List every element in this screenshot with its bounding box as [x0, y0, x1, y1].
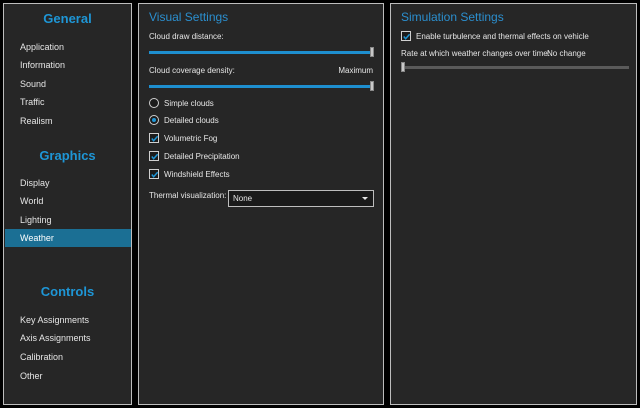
sidebar-item-world[interactable]: World — [5, 192, 131, 210]
sidebar-item-calibration[interactable]: Calibration — [5, 348, 131, 366]
settings-sidebar: General Application Information Sound Tr… — [3, 3, 132, 405]
sidebar-item-weather[interactable]: Weather — [5, 229, 131, 247]
sidebar-item-lighting[interactable]: Lighting — [5, 211, 131, 229]
simulation-settings-panel: Simulation Settings Enable turbulence an… — [390, 3, 637, 405]
sidebar-item-traffic[interactable]: Traffic — [5, 93, 131, 111]
dropdown-arrow-icon — [362, 197, 368, 200]
visual-settings-panel: Visual Settings Cloud draw distance: Clo… — [138, 3, 384, 405]
sidebar-item-application[interactable]: Application — [5, 38, 131, 56]
simple-clouds-radio[interactable] — [149, 98, 159, 108]
volumetric-fog-label: Volumetric Fog — [164, 134, 218, 143]
weather-change-rate-slider[interactable] — [401, 62, 629, 72]
slider-fill — [149, 85, 372, 88]
cloud-draw-distance-label: Cloud draw distance: — [149, 32, 224, 41]
sidebar-item-sound[interactable]: Sound — [5, 75, 131, 93]
detailed-precipitation-checkbox[interactable] — [149, 151, 159, 161]
slider-thumb[interactable] — [401, 62, 405, 72]
section-title-general: General — [43, 11, 92, 26]
detailed-precipitation-label: Detailed Precipitation — [164, 152, 240, 161]
simulation-settings-title: Simulation Settings — [401, 10, 504, 24]
sidebar-item-key-assignments[interactable]: Key Assignments — [5, 311, 131, 329]
checkmark-icon — [403, 33, 411, 40]
turbulence-checkbox[interactable] — [401, 31, 411, 41]
detailed-clouds-label: Detailed clouds — [164, 116, 219, 125]
visual-settings-title: Visual Settings — [149, 10, 229, 24]
simple-clouds-label: Simple clouds — [164, 99, 214, 108]
sidebar-item-realism[interactable]: Realism — [5, 112, 131, 130]
cloud-coverage-density-value: Maximum — [338, 66, 373, 75]
checkmark-icon — [151, 171, 159, 178]
slider-track — [401, 66, 629, 69]
volumetric-fog-checkbox[interactable] — [149, 133, 159, 143]
checkmark-icon — [151, 153, 159, 160]
slider-thumb[interactable] — [370, 47, 374, 57]
weather-change-rate-label: Rate at which weather changes over time: — [401, 49, 550, 58]
turbulence-label: Enable turbulence and thermal effects on… — [416, 32, 589, 41]
windshield-effects-label: Windshield Effects — [164, 170, 230, 179]
thermal-visualization-label: Thermal visualization: — [149, 191, 227, 200]
section-title-graphics: Graphics — [39, 148, 96, 163]
section-title-controls: Controls — [40, 284, 95, 299]
windshield-effects-checkbox[interactable] — [149, 169, 159, 179]
slider-thumb[interactable] — [370, 81, 374, 91]
thermal-visualization-select[interactable]: None — [228, 190, 374, 207]
sidebar-item-other[interactable]: Other — [5, 367, 131, 385]
cloud-coverage-density-label: Cloud coverage density: — [149, 66, 235, 75]
detailed-clouds-radio[interactable] — [149, 115, 159, 125]
thermal-visualization-value: None — [233, 194, 253, 203]
slider-fill — [149, 51, 372, 54]
sidebar-item-axis-assignments[interactable]: Axis Assignments — [5, 329, 131, 347]
checkmark-icon — [151, 135, 159, 142]
cloud-coverage-density-slider[interactable] — [149, 81, 374, 91]
weather-change-rate-value: No change — [547, 49, 586, 58]
sidebar-item-display[interactable]: Display — [5, 174, 131, 192]
cloud-draw-distance-slider[interactable] — [149, 47, 374, 57]
sidebar-item-information[interactable]: Information — [5, 56, 131, 74]
